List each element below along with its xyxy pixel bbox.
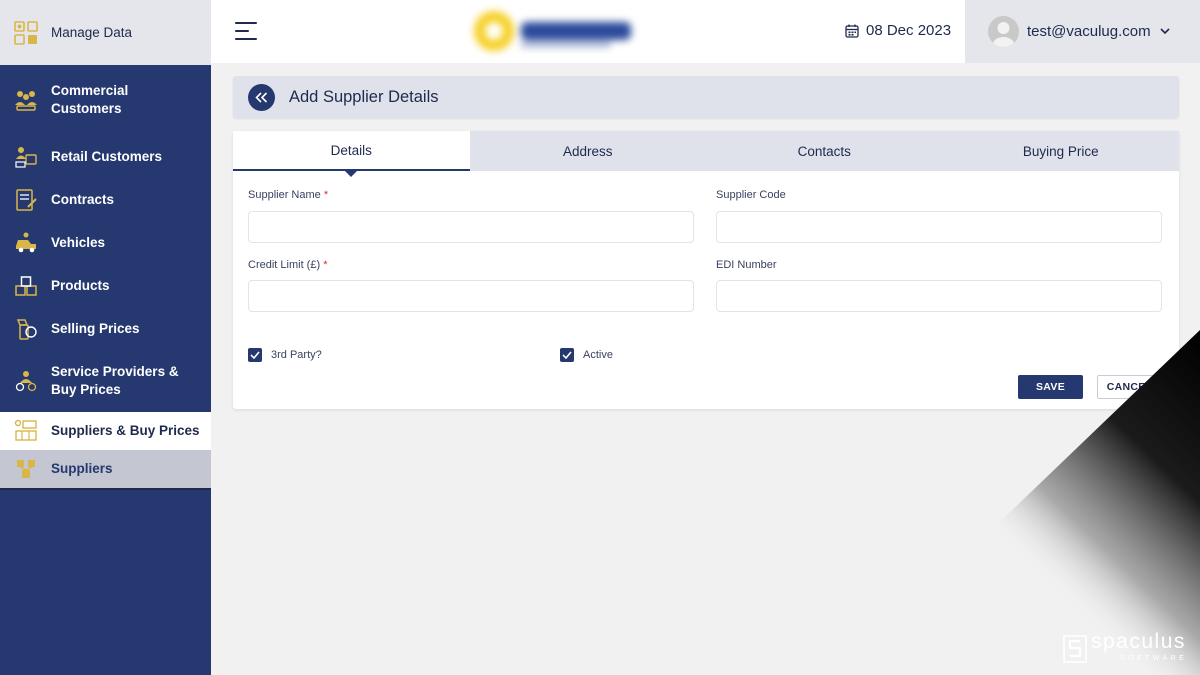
sidebar: Manage Data Commercial Customers Retail … [0,0,211,675]
sidebar-item-label: Vehicles [51,234,106,250]
double-chevron-left-icon [255,91,268,103]
active-checkbox[interactable]: Active [560,348,613,362]
avatar [988,16,1019,47]
chevron-down-icon [1160,28,1170,35]
required-mark: * [323,189,329,201]
supplier-name-label: Supplier Name * [248,189,328,201]
watermark-tagline: SOFTWARE [1120,655,1188,662]
sidebar-header-label: Manage Data [51,25,133,40]
user-avatar-icon [992,22,1015,47]
suppliers-buy-prices-icon [14,419,37,441]
sidebar-item-suppliers[interactable]: Suppliers [0,450,211,490]
sidebar-item-label: Selling Prices [51,320,140,336]
back-button[interactable] [248,83,275,111]
sidebar-item-label: Suppliers & Buy Prices [51,423,200,438]
supplier-name-label-text: Supplier Name [248,189,321,201]
sidebar-item-label: Products [51,277,110,293]
commercial-customers-icon [15,91,37,111]
tab-contacts[interactable]: Contacts [706,131,943,171]
sidebar-item-contracts[interactable]: Contracts [0,178,211,221]
tab-address[interactable]: Address [470,131,707,171]
checkbox-checked-icon[interactable] [248,348,262,362]
sidebar-item-service-providers[interactable]: Service Providers & Buy Prices [0,350,211,412]
sidebar-item-commercial-customers[interactable]: Commercial Customers [0,65,211,135]
user-menu[interactable]: test@vaculug.com [965,0,1200,63]
sidebar-item-retail-customers[interactable]: Retail Customers [0,135,211,178]
credit-limit-label-text: Credit Limit (£) [248,259,321,271]
brand-logo [474,11,631,51]
spaculus-watermark: spaculus SOFTWARE [1063,630,1193,666]
edi-number-label: EDI Number [716,259,777,271]
page-title: Add Supplier Details [289,87,439,106]
tab-buying-price[interactable]: Buying Price [943,131,1180,171]
edi-number-input[interactable] [716,280,1162,312]
retail-customers-icon [15,146,37,168]
sidebar-item-suppliers-buy-prices[interactable]: Suppliers & Buy Prices [0,412,211,450]
sidebar-item-selling-prices[interactable]: Selling Prices [0,307,211,350]
calendar-icon [845,24,859,38]
required-mark: * [323,259,328,271]
selling-prices-icon [16,318,37,340]
top-bar: 08 Dec 2023 test@vaculug.com [211,0,1200,63]
manage-data-icon [14,20,38,45]
sidebar-item-label: Service Providers & Buy Prices [51,364,179,397]
watermark-brand: spaculus [1091,630,1186,653]
vehicles-icon [16,232,36,252]
sidebar-item-label: Suppliers [51,461,113,476]
credit-limit-label: Credit Limit (£) * [248,259,327,271]
checkbox-checked-icon[interactable] [560,348,574,362]
decorative-corner-shade [840,330,1200,675]
sidebar-item-products[interactable]: Products [0,264,211,307]
sidebar-header-manage-data[interactable]: Manage Data [0,0,211,65]
page-header: Add Supplier Details [233,76,1179,118]
supplier-code-label: Supplier Code [716,189,786,201]
tab-bar: Details Address Contacts Buying Price [233,131,1180,177]
tab-details[interactable]: Details [233,131,470,177]
service-providers-icon [15,371,37,392]
supplier-name-input[interactable] [248,211,694,243]
third-party-label: 3rd Party? [271,349,322,361]
sidebar-item-label: Retail Customers [51,148,163,164]
credit-limit-input[interactable] [248,280,694,312]
sidebar-item-vehicles[interactable]: Vehicles [0,221,211,264]
date-text: 08 Dec 2023 [866,22,952,39]
third-party-checkbox[interactable]: 3rd Party? [248,348,322,362]
products-icon [15,275,37,296]
current-date: 08 Dec 2023 [845,22,951,39]
user-email: test@vaculug.com [1027,23,1151,40]
spaculus-logo-icon [1063,635,1087,663]
suppliers-icon [17,460,35,478]
supplier-code-input[interactable] [716,211,1162,243]
hamburger-menu-icon[interactable] [235,22,257,40]
sidebar-item-label: Commercial Customers [51,83,129,116]
active-label: Active [583,349,613,361]
sidebar-item-label: Contracts [51,191,115,207]
contracts-icon [16,188,37,211]
